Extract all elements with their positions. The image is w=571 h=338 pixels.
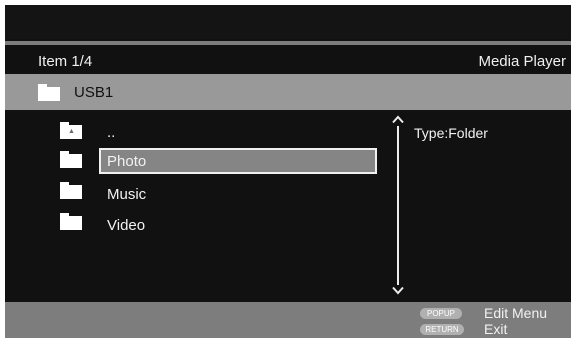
- item-counter: Item 1/4: [38, 53, 93, 70]
- popup-button-badge: POPUP: [420, 308, 462, 319]
- list-item-video[interactable]: Video: [99, 213, 377, 239]
- path-label: USB1: [74, 84, 114, 101]
- folder-icon: [60, 151, 82, 168]
- folder-icon: [60, 213, 82, 230]
- list-item-label: Photo: [107, 153, 147, 170]
- top-band: [5, 5, 571, 39]
- scrollbar[interactable]: [397, 126, 399, 285]
- media-player-screen: Item 1/4 Media Player USB1 ▲ .. Photo Mu…: [5, 5, 571, 338]
- list-item-label: Music: [107, 186, 147, 203]
- folder-icon: [60, 182, 82, 199]
- list-item-label: Video: [107, 217, 146, 234]
- scroll-up-icon[interactable]: [391, 115, 405, 124]
- return-button-badge: RETURN: [420, 324, 464, 335]
- list-item-music[interactable]: Music: [99, 182, 377, 208]
- list-item-photo[interactable]: Photo: [99, 148, 377, 174]
- exit-hint: Exit: [484, 321, 508, 337]
- path-bar: USB1: [5, 74, 571, 110]
- app-title: Media Player: [478, 53, 566, 70]
- folder-icon: [38, 84, 60, 101]
- parent-folder-icon: ▲: [60, 122, 82, 139]
- scroll-down-icon[interactable]: [391, 286, 405, 295]
- footer-bar: POPUP Edit Menu RETURN Exit: [5, 302, 571, 338]
- edit-menu-hint: Edit Menu: [484, 305, 548, 321]
- list-item-parent[interactable]: ..: [99, 120, 377, 146]
- header-bar: Item 1/4 Media Player: [5, 45, 571, 74]
- item-type-info: Type:Folder: [414, 125, 488, 141]
- list-item-label: ..: [107, 124, 116, 141]
